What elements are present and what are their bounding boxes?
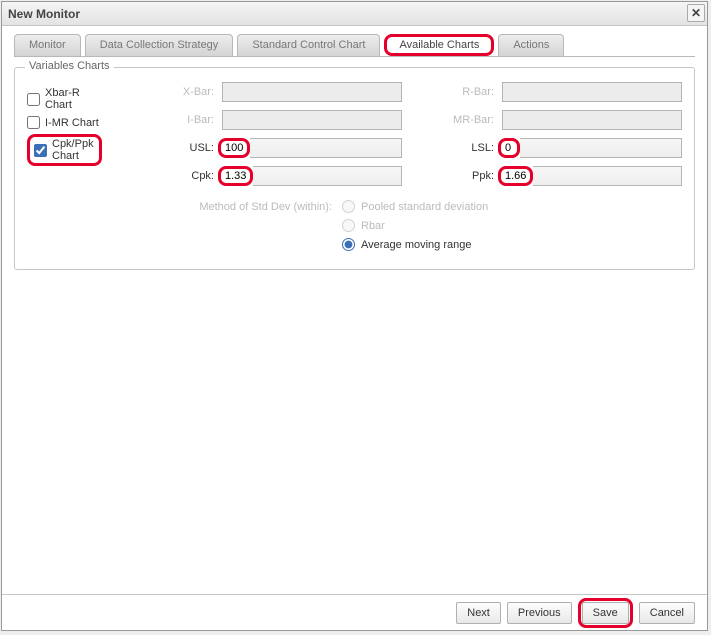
- radio-pooled: Pooled standard deviation: [342, 200, 682, 213]
- label-mrbar: MR-Bar:: [402, 114, 502, 126]
- radio-amr[interactable]: Average moving range: [342, 238, 682, 251]
- input-xbar: [222, 82, 402, 102]
- input-usl-rest: [250, 138, 402, 158]
- cancel-button[interactable]: Cancel: [639, 602, 695, 624]
- highlight-save: Save: [578, 598, 633, 628]
- checkbox-cpk-ppk-input[interactable]: [34, 144, 47, 157]
- input-lsl-wrap[interactable]: 0: [502, 138, 682, 158]
- method-section: Method of Std Dev (within): Pooled stand…: [142, 200, 682, 251]
- checkbox-imr-input[interactable]: [27, 116, 40, 129]
- label-cpk: Cpk:: [142, 170, 222, 182]
- next-button[interactable]: Next: [456, 602, 501, 624]
- footer: Next Previous Save Cancel: [2, 594, 707, 630]
- tab-standard-control-chart[interactable]: Standard Control Chart: [237, 34, 380, 56]
- checkbox-cpk-ppk-label: Cpk/Ppk Chart: [52, 138, 95, 162]
- checkbox-cpk-ppk[interactable]: Cpk/Ppk Chart: [34, 138, 95, 162]
- checkbox-xbar-r-input[interactable]: [27, 93, 40, 106]
- input-cpk-rest: [253, 166, 402, 186]
- tabbar: Monitor Data Collection Strategy Standar…: [2, 26, 707, 56]
- label-xbar: X-Bar:: [142, 86, 222, 98]
- label-ibar: I-Bar:: [142, 114, 222, 126]
- form-grid: X-Bar: R-Bar: I-Bar: MR-Bar: USL: 100: [142, 82, 682, 186]
- input-lsl-value: 0: [498, 138, 520, 158]
- label-method: Method of Std Dev (within):: [142, 201, 342, 213]
- checkbox-imr[interactable]: I-MR Chart: [27, 116, 102, 129]
- tab-available-charts[interactable]: Available Charts: [384, 34, 494, 56]
- radio-rbar: Rbar: [342, 219, 682, 232]
- radio-pooled-label: Pooled standard deviation: [361, 201, 488, 213]
- input-usl-wrap[interactable]: 100: [222, 138, 402, 158]
- fieldset-legend: Variables Charts: [25, 60, 114, 72]
- window-title: New Monitor: [8, 7, 80, 21]
- previous-button[interactable]: Previous: [507, 602, 572, 624]
- checkbox-xbar-r-label: Xbar-R Chart: [45, 87, 102, 111]
- tab-content: Variables Charts Xbar-R Chart I-MR Chart: [14, 56, 695, 594]
- input-ibar: [222, 110, 402, 130]
- input-lsl-rest: [520, 138, 682, 158]
- tab-data-collection-strategy[interactable]: Data Collection Strategy: [85, 34, 234, 56]
- input-mrbar: [502, 110, 682, 130]
- label-lsl: LSL:: [402, 142, 502, 154]
- checkbox-xbar-r[interactable]: Xbar-R Chart: [27, 87, 102, 111]
- titlebar: New Monitor ✕: [2, 2, 707, 26]
- radio-amr-input[interactable]: [342, 238, 355, 251]
- label-rbar: R-Bar:: [402, 86, 502, 98]
- input-ppk-value: 1.66: [498, 166, 533, 186]
- radio-rbar-label: Rbar: [361, 220, 385, 232]
- label-usl: USL:: [142, 142, 222, 154]
- input-usl-value: 100: [218, 138, 250, 158]
- label-ppk: Ppk:: [402, 170, 502, 182]
- input-rbar: [502, 82, 682, 102]
- radio-pooled-input: [342, 200, 355, 213]
- radio-amr-label: Average moving range: [361, 239, 471, 251]
- radio-rbar-input: [342, 219, 355, 232]
- tab-monitor[interactable]: Monitor: [14, 34, 81, 56]
- input-cpk-value: 1.33: [218, 166, 253, 186]
- dialog-new-monitor: New Monitor ✕ Monitor Data Collection St…: [1, 1, 708, 631]
- save-button[interactable]: Save: [582, 602, 629, 624]
- tab-actions[interactable]: Actions: [498, 34, 564, 56]
- chart-type-list: Xbar-R Chart I-MR Chart Cpk/Ppk Chart: [27, 82, 102, 251]
- close-button[interactable]: ✕: [687, 4, 705, 22]
- fieldset-variables-charts: Variables Charts Xbar-R Chart I-MR Chart: [14, 67, 695, 270]
- input-ppk-wrap[interactable]: 1.66: [502, 166, 682, 186]
- input-ppk-rest: [533, 166, 682, 186]
- input-cpk-wrap[interactable]: 1.33: [222, 166, 402, 186]
- highlight-cpk-checkbox: Cpk/Ppk Chart: [27, 134, 102, 166]
- checkbox-imr-label: I-MR Chart: [45, 117, 99, 129]
